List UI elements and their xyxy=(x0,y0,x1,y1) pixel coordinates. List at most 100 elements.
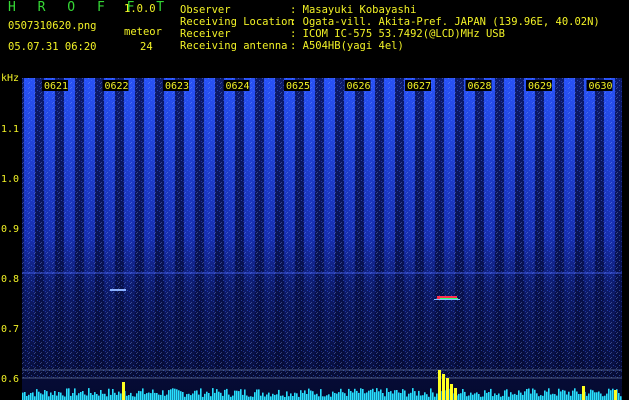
activity-bar xyxy=(158,394,160,400)
activity-bar xyxy=(460,393,462,400)
activity-bar xyxy=(548,388,550,400)
activity-bar xyxy=(168,390,170,400)
activity-bar xyxy=(468,395,470,400)
minute-label: 0621 xyxy=(44,81,68,92)
activity-bar xyxy=(260,395,262,400)
activity-bar xyxy=(570,395,572,400)
activity-bar xyxy=(194,390,196,400)
activity-bar xyxy=(246,395,248,400)
activity-bar xyxy=(476,392,478,400)
activity-bar xyxy=(538,396,540,400)
activity-bar xyxy=(44,390,46,400)
activity-bar xyxy=(178,390,180,400)
activity-bar xyxy=(236,390,238,400)
activity-bar xyxy=(322,396,324,400)
activity-bar xyxy=(384,396,386,400)
activity-bar xyxy=(550,394,552,400)
y-axis-unit: kHz xyxy=(1,73,20,84)
activity-bar xyxy=(580,394,582,400)
antenna-label: Receiving antenna xyxy=(180,40,288,52)
activity-bar xyxy=(326,395,328,400)
activity-bar xyxy=(338,392,340,400)
activity-bar xyxy=(256,389,258,400)
activity-bar xyxy=(278,389,280,400)
activity-bar xyxy=(80,392,82,400)
activity-bar xyxy=(408,393,410,400)
activity-bar xyxy=(430,388,432,400)
activity-bar xyxy=(72,393,74,400)
activity-bar xyxy=(358,392,360,400)
activity-bar xyxy=(240,389,242,400)
activity-bar xyxy=(224,389,226,400)
activity-bar xyxy=(436,393,438,400)
activity-bar xyxy=(186,394,188,400)
minute-label: 0629 xyxy=(528,81,552,92)
activity-bar xyxy=(402,389,404,400)
activity-bar xyxy=(526,389,528,400)
activity-bar xyxy=(370,389,372,400)
activity-bar xyxy=(22,392,24,400)
activity-bar xyxy=(602,396,604,400)
activity-bar xyxy=(68,388,70,400)
activity-bar xyxy=(562,389,564,400)
activity-bar xyxy=(50,392,52,400)
activity-bar xyxy=(320,389,322,400)
activity-bar xyxy=(138,390,140,400)
activity-bar xyxy=(566,394,568,400)
activity-bar xyxy=(190,395,192,400)
activity-bar xyxy=(34,396,36,400)
activity-bar xyxy=(382,393,384,400)
meteor-count-value: 24 xyxy=(140,41,153,53)
activity-bar xyxy=(574,388,576,400)
activity-bar xyxy=(108,388,110,400)
activity-bar xyxy=(592,390,594,400)
activity-bar xyxy=(26,396,28,400)
activity-bar xyxy=(142,388,144,400)
activity-bar xyxy=(114,392,116,400)
activity-bar xyxy=(396,390,398,400)
activity-bar xyxy=(132,396,134,400)
meteor-activity-bar xyxy=(454,388,457,400)
y-tick-0-7: 0.7 xyxy=(1,324,20,335)
activity-bar xyxy=(556,395,558,400)
activity-bar xyxy=(572,390,574,400)
activity-bar xyxy=(336,393,338,400)
activity-bar xyxy=(102,393,104,400)
activity-bar xyxy=(324,396,326,400)
activity-bar xyxy=(84,394,86,400)
activity-bar xyxy=(148,392,150,400)
activity-bar xyxy=(228,394,230,400)
activity-bar xyxy=(152,389,154,400)
activity-bar xyxy=(70,395,72,400)
activity-bar xyxy=(56,395,58,400)
activity-bar xyxy=(546,391,548,400)
activity-bar xyxy=(176,389,178,400)
activity-bar xyxy=(426,394,428,400)
activity-bar xyxy=(466,396,468,400)
activity-bar xyxy=(300,390,302,400)
activity-bar xyxy=(544,390,546,400)
activity-bar xyxy=(414,391,416,400)
activity-bar xyxy=(596,392,598,400)
activity-bar xyxy=(134,396,136,400)
activity-bar xyxy=(512,394,514,400)
activity-bar xyxy=(86,395,88,400)
activity-bar xyxy=(212,388,214,400)
activity-bar xyxy=(104,393,106,400)
activity-bar xyxy=(490,388,492,400)
activity-bar xyxy=(140,391,142,400)
activity-bar xyxy=(288,396,290,400)
activity-bar xyxy=(308,388,310,400)
activity-bar xyxy=(552,393,554,400)
activity-bar xyxy=(484,390,486,400)
activity-bar xyxy=(290,393,292,400)
activity-bar xyxy=(458,393,460,400)
activity-bar xyxy=(498,393,500,400)
meteor-activity-bar xyxy=(450,384,453,400)
activity-bar xyxy=(208,393,210,400)
activity-bar xyxy=(352,392,354,400)
activity-bar xyxy=(174,388,176,400)
activity-bar xyxy=(90,393,92,400)
activity-bar xyxy=(478,394,480,400)
activity-bar xyxy=(560,391,562,400)
